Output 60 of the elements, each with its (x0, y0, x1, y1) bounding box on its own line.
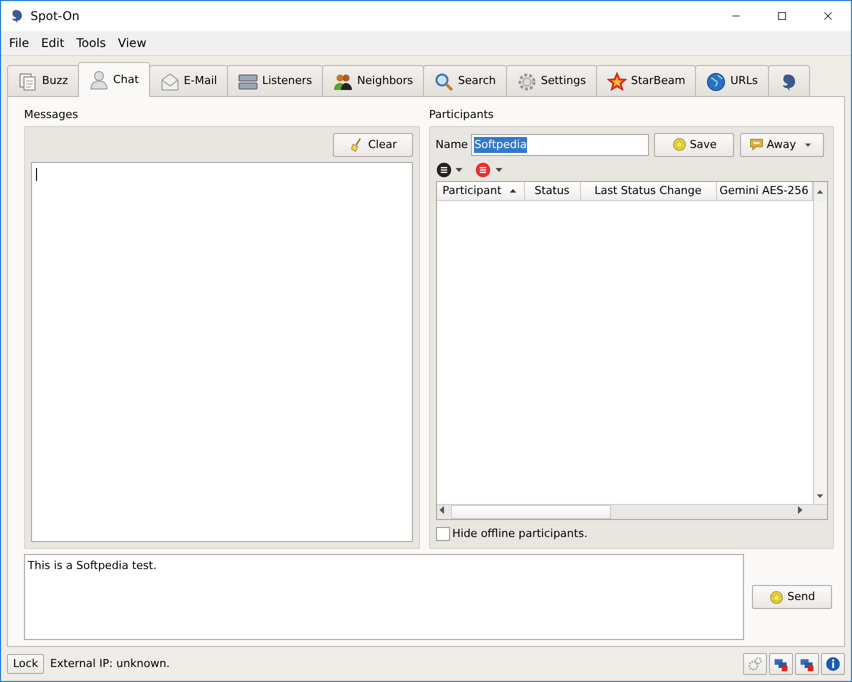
message-input[interactable]: This is a Softpedia test. (24, 554, 744, 640)
tab[interactable]: StarBeam (596, 65, 696, 97)
star-icon (606, 72, 627, 92)
send-button[interactable]: Send (752, 585, 832, 609)
info-icon (825, 656, 841, 672)
envelope-icon (160, 72, 180, 92)
gears-icon (747, 656, 763, 672)
server-icon (238, 72, 258, 92)
menu-item[interactable]: View (114, 33, 150, 53)
section-title: Participants (429, 107, 495, 123)
person-icon (89, 70, 110, 90)
column-header[interactable]: Status (524, 182, 580, 200)
status-button[interactable] (769, 653, 793, 675)
star-icon (769, 590, 784, 604)
menu-item[interactable]: Edit (37, 33, 68, 53)
people-icon (333, 72, 354, 92)
tab[interactable]: Neighbors (322, 65, 424, 97)
save-button[interactable]: Save (654, 132, 734, 157)
message-text: This is a Softpedia test. (28, 558, 157, 572)
maximize-icon (775, 9, 789, 23)
up-arrow-icon (816, 188, 824, 196)
status-button[interactable] (821, 653, 845, 675)
list-menu-icon (475, 162, 492, 178)
vertical-scrollbar[interactable] (812, 201, 826, 504)
menu-item[interactable]: Tools (72, 33, 110, 53)
tab[interactable]: Search (423, 65, 507, 97)
lock-button[interactable]: Lock (7, 654, 44, 674)
section-title: Messages (24, 107, 79, 123)
list-menu-icon (436, 162, 452, 178)
field-label: Name (436, 136, 468, 152)
menu-item[interactable]: File (5, 33, 34, 53)
status-button[interactable] (795, 653, 819, 675)
tab[interactable]: Chat (78, 62, 150, 97)
tab[interactable]: Buzz (7, 65, 80, 97)
settings-icon (516, 72, 537, 92)
text-cursor (36, 168, 38, 181)
name-field[interactable]: Softpedia (470, 134, 649, 156)
column-header[interactable]: Last Status Change (580, 182, 716, 200)
external-ip-text: External IP: unknown. (50, 656, 171, 672)
tab[interactable]: Settings (506, 65, 597, 97)
name-value: Softpedia (474, 136, 527, 153)
down-arrow-icon (816, 492, 824, 500)
network-error-icon (799, 656, 815, 672)
tab[interactable]: E-Mail (148, 65, 228, 97)
horizontal-scrollbar[interactable] (436, 504, 826, 519)
status-dropdown[interactable]: Away (740, 132, 824, 157)
checkbox-label: Hide offline participants. (452, 526, 588, 542)
window-title: Spot-On (30, 8, 80, 25)
tab[interactable] (768, 65, 810, 97)
network-error-icon (773, 656, 789, 672)
pages-icon (18, 72, 38, 92)
clear-button[interactable]: Clear (333, 132, 413, 157)
speech-bubble-icon (748, 137, 764, 152)
column-header[interactable]: Participant (436, 182, 524, 200)
hide-offline-checkbox[interactable] (436, 526, 450, 541)
tab[interactable]: Listeners (227, 65, 324, 97)
search-icon (434, 72, 454, 92)
globe-icon (706, 72, 726, 92)
tab[interactable]: URLs (695, 65, 769, 97)
scrollbar-thumb[interactable] (450, 505, 610, 519)
